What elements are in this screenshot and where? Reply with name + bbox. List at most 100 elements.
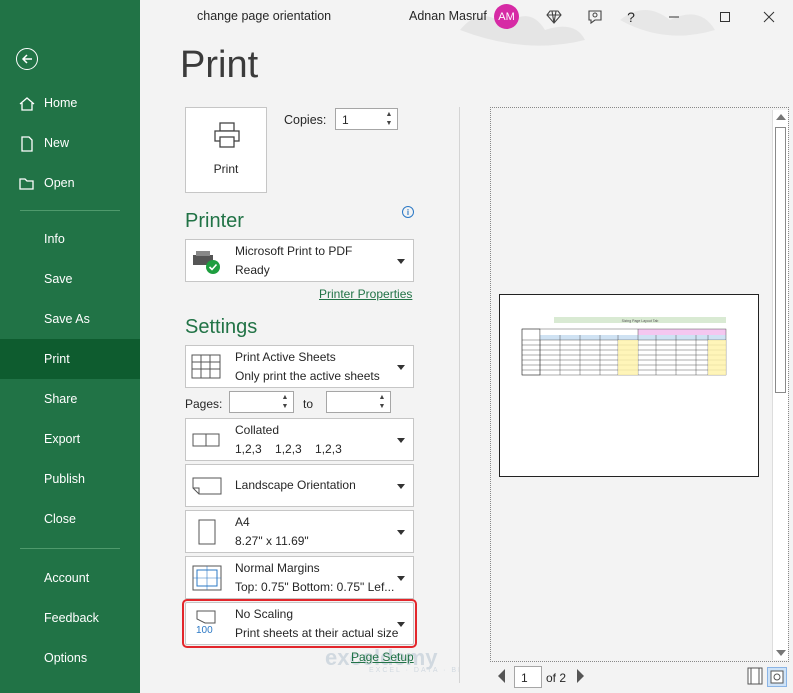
nav-export[interactable]: Export xyxy=(0,419,140,459)
collation-dropdown[interactable]: Collated 1,2,3 1,2,3 1,2,3 xyxy=(185,418,414,461)
collated-pages-icon xyxy=(192,433,220,446)
nav-new[interactable]: New xyxy=(0,123,140,163)
chevron-down-icon xyxy=(397,575,405,581)
decorative-clouds-icon xyxy=(460,10,715,46)
back-button[interactable] xyxy=(16,48,38,70)
nav-home[interactable]: Home xyxy=(0,83,140,123)
open-folder-icon xyxy=(19,178,34,190)
print-preview: Sizing Page Layout Tab xyxy=(490,107,789,662)
nav-save[interactable]: Save xyxy=(0,259,140,299)
nav-feedback-label: Feedback xyxy=(44,611,99,625)
orientation-dropdown[interactable]: Landscape Orientation xyxy=(185,464,414,507)
scroll-down-icon[interactable] xyxy=(776,650,786,656)
nav-open-label: Open xyxy=(44,176,75,190)
avatar[interactable]: AM xyxy=(494,4,519,29)
spreadsheet-thumbnail-icon: Sizing Page Layout Tab xyxy=(521,317,727,376)
minimize-icon[interactable] xyxy=(663,6,685,28)
margins-desc: Top: 0.75" Bottom: 0.75" Lef... xyxy=(235,580,395,594)
zoom-to-page-icon[interactable] xyxy=(767,667,787,687)
nav-share[interactable]: Share xyxy=(0,379,140,419)
stepper-arrows-icon[interactable]: ▲ ▼ xyxy=(279,393,291,411)
chevron-down-icon xyxy=(397,437,405,443)
scaling-desc: Print sheets at their actual size xyxy=(235,626,399,640)
nav-close-label: Close xyxy=(44,512,76,526)
print-button[interactable]: Print xyxy=(185,107,267,193)
back-arrow-icon xyxy=(21,54,32,64)
current-page-input[interactable]: 1 xyxy=(514,666,542,688)
page-title: Print xyxy=(180,44,259,86)
page-setup-link[interactable]: Page Setup xyxy=(351,650,414,664)
chevron-down-icon xyxy=(397,529,405,535)
diamond-icon[interactable] xyxy=(543,6,565,28)
collation-desc: 1,2,3 1,2,3 1,2,3 xyxy=(235,442,342,456)
printer-ready-icon xyxy=(193,250,220,274)
nav-options[interactable]: Options xyxy=(0,638,140,678)
nav-info-label: Info xyxy=(44,232,65,246)
collation-title: Collated xyxy=(235,423,280,437)
nav-publish-label: Publish xyxy=(44,472,85,486)
print-what-title: Print Active Sheets xyxy=(235,350,336,364)
printer-icon xyxy=(214,122,240,148)
scaling-dropdown[interactable]: 100 No Scaling Print sheets at their act… xyxy=(182,599,417,648)
sheet-thumbnail-title: Sizing Page Layout Tab xyxy=(622,319,659,323)
printer-dropdown[interactable]: Microsoft Print to PDF Ready xyxy=(185,239,414,282)
chevron-down-icon xyxy=(397,364,405,370)
copies-stepper[interactable]: 1 ▲ ▼ xyxy=(335,108,398,130)
user-name[interactable]: Adnan Masruf xyxy=(409,9,487,23)
printer-status: Ready xyxy=(235,263,270,277)
help-icon[interactable]: ? xyxy=(620,6,642,28)
nav-share-label: Share xyxy=(44,392,78,406)
nav-save-as[interactable]: Save As xyxy=(0,299,140,339)
home-icon xyxy=(19,97,35,111)
pages-to-input[interactable]: ▲ ▼ xyxy=(326,391,391,413)
document-title: change page orientation xyxy=(197,9,332,23)
margins-icon xyxy=(192,565,222,590)
chevron-down-icon xyxy=(397,258,405,264)
scroll-thumb[interactable] xyxy=(775,127,786,393)
page-count-label: of 2 xyxy=(546,671,567,685)
stepper-arrows-icon[interactable]: ▲ ▼ xyxy=(376,393,388,411)
nav-divider xyxy=(20,210,120,211)
printer-heading: Printer xyxy=(185,210,244,232)
printer-properties-link[interactable]: Printer Properties xyxy=(319,287,412,301)
copies-label: Copies: xyxy=(284,113,327,127)
nav-options-label: Options xyxy=(44,651,88,665)
pages-label: Pages: xyxy=(185,397,223,411)
nav-new-label: New xyxy=(44,136,70,150)
close-icon[interactable] xyxy=(758,6,780,28)
paper-size-dropdown[interactable]: A4 8.27" x 11.69" xyxy=(185,510,414,553)
copies-value: 1 xyxy=(342,113,349,127)
settings-heading: Settings xyxy=(185,316,258,338)
nav-home-label: Home xyxy=(44,96,78,110)
nav-open[interactable]: Open xyxy=(0,163,140,203)
nav-account[interactable]: Account xyxy=(0,558,140,598)
pages-from-input[interactable]: ▲ ▼ xyxy=(229,391,294,413)
nav-info[interactable]: Info xyxy=(0,219,140,259)
orientation-value: Landscape Orientation xyxy=(235,478,356,492)
paper-size-title: A4 xyxy=(235,515,250,529)
sheet-grid-icon xyxy=(191,354,221,378)
portrait-page-icon xyxy=(198,519,216,544)
nav-publish[interactable]: Publish xyxy=(0,459,140,499)
chevron-down-icon xyxy=(397,621,405,627)
nav-feedback[interactable]: Feedback xyxy=(0,598,140,638)
scroll-up-icon[interactable] xyxy=(776,114,786,120)
printer-name: Microsoft Print to PDF xyxy=(235,244,353,258)
print-what-dropdown[interactable]: Print Active Sheets Only print the activ… xyxy=(185,345,414,388)
previous-page-icon[interactable] xyxy=(498,669,505,683)
show-margins-icon[interactable] xyxy=(746,667,766,687)
maximize-icon[interactable] xyxy=(714,6,736,28)
next-page-icon[interactable] xyxy=(577,669,584,683)
nav-save-label: Save xyxy=(44,272,73,286)
info-icon[interactable]: i xyxy=(402,206,414,218)
nav-account-label: Account xyxy=(44,571,90,585)
new-file-icon xyxy=(21,136,33,152)
comment-person-icon[interactable] xyxy=(584,6,606,28)
nav-print-label: Print xyxy=(44,352,70,366)
nav-print[interactable]: Print xyxy=(0,339,140,379)
pane-divider xyxy=(459,107,460,683)
nav-close[interactable]: Close xyxy=(0,499,140,539)
stepper-arrows-icon[interactable]: ▲ ▼ xyxy=(383,110,395,128)
preview-scrollbar[interactable] xyxy=(772,110,788,660)
margins-dropdown[interactable]: Normal Margins Top: 0.75" Bottom: 0.75" … xyxy=(185,556,414,599)
